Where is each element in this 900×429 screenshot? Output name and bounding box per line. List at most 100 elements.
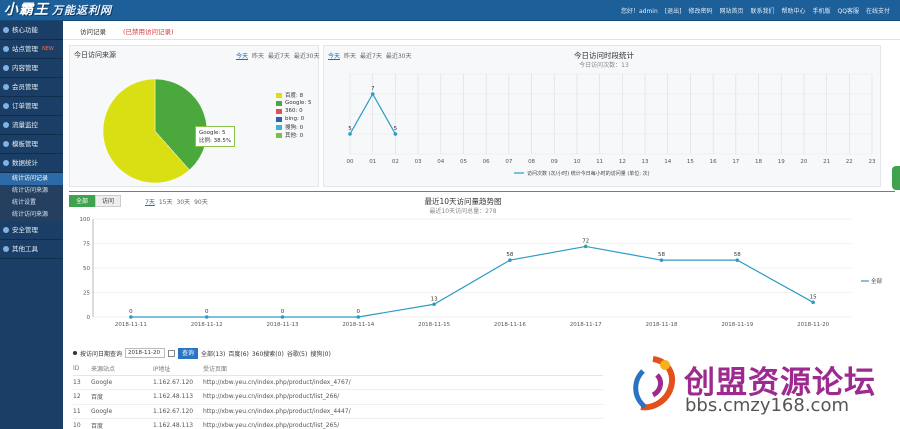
data-point[interactable]: [204, 315, 209, 319]
table-header-row: ID 来源站点 IP地址 受访页面: [73, 363, 603, 376]
data-point[interactable]: [280, 315, 285, 319]
range-link[interactable]: 30天: [176, 199, 190, 206]
new-badge: NEW: [42, 45, 54, 52]
side-panel-handle[interactable]: [892, 166, 900, 190]
col-ip: IP地址: [153, 363, 203, 376]
sidebar-item-label: 其他工具: [12, 244, 38, 253]
x-tick-label: 20: [800, 159, 807, 165]
range-link[interactable]: 7天: [145, 199, 155, 206]
sidebar-item-3[interactable]: 会员管理: [0, 78, 63, 97]
filter-link[interactable]: 全部(13): [201, 349, 225, 358]
table-row[interactable]: 13 Google 1.162.67.120 http://xbw.yeu.cn/in…: [73, 375, 603, 390]
x-tick-label: 03: [415, 159, 422, 165]
sidebar-item-tail-1[interactable]: 其他工具: [0, 240, 63, 259]
top-nav-link[interactable]: 在线支付: [866, 6, 890, 15]
tools-icon: [3, 246, 9, 252]
data-point[interactable]: [348, 132, 352, 136]
sidebar-item-6[interactable]: 模板管理: [0, 135, 63, 154]
date-filter-input[interactable]: [125, 348, 166, 358]
legend-swatch: [276, 116, 282, 122]
sidebar-item-7[interactable]: 数据统计: [0, 154, 63, 173]
hourly-panel: 今天 昨天 最近7天 最近30天 今日访问时段统计 今日访问次数：13 00 01 02 0…: [323, 45, 881, 187]
filter-link[interactable]: 谷歌(5): [287, 349, 308, 358]
x-tick-label: 2018-11-12: [191, 322, 223, 328]
filter-link[interactable]: 搜狗(0): [310, 349, 331, 358]
filter-link[interactable]: 百度(6): [228, 349, 249, 358]
data-point[interactable]: [659, 258, 664, 262]
top-nav-link[interactable]: 网站首页: [719, 6, 743, 15]
section-divider: [69, 191, 895, 192]
watermark-logo: [633, 356, 675, 411]
x-tick-label: 2018-11-14: [342, 322, 374, 328]
table-row[interactable]: 12 百度 1.162.48.113 http://xbw.yeu.cn/index.…: [73, 389, 603, 405]
segment-button[interactable]: 访问: [95, 195, 122, 207]
trend-line-chart: 0 25 50 75 100 0 2018-11-11 0 2018-11-12 0 2018-11…: [80, 217, 883, 328]
table-cell: http://xbw.yeu.cn/index.php/product/list…: [203, 389, 603, 405]
main-content: 访问记录 (已禁用访问记录) 今日访问来源 今天 昨天 最近7天 最近30天 百度: …: [63, 21, 900, 429]
tabs-bar: 访问记录 (已禁用访问记录): [63, 21, 900, 40]
stats-icon: [3, 160, 9, 166]
tab-visit-records[interactable]: 访问记录: [80, 26, 106, 36]
query-button[interactable]: 查询: [178, 347, 199, 359]
sidebar-item-0[interactable]: 核心功能: [0, 21, 63, 40]
range-link[interactable]: 15天: [159, 199, 173, 206]
filter-link[interactable]: 360搜索(0): [252, 349, 284, 358]
x-tick-label: 00: [347, 159, 354, 165]
range-link[interactable]: 90天: [194, 199, 208, 206]
sidebar-item-label: 订单管理: [12, 101, 38, 110]
sidebar-item-5[interactable]: 流量监控: [0, 116, 63, 135]
home-icon: [3, 27, 9, 33]
table-cell: 百度: [91, 389, 153, 405]
tab-disabled-records[interactable]: (已禁用访问记录): [123, 26, 174, 36]
data-label: 58: [734, 252, 741, 258]
sidebar-subitem[interactable]: 统计访问来源: [0, 209, 63, 221]
data-point[interactable]: [583, 244, 588, 249]
order-icon: [3, 103, 9, 109]
table-cell: 13: [73, 375, 91, 390]
data-point[interactable]: [735, 258, 740, 262]
top-nav-link[interactable]: 您好！admin: [621, 6, 658, 15]
data-label: 7: [371, 86, 375, 92]
sidebar-item-label: 内容管理: [12, 63, 38, 72]
x-tick-label: 23: [869, 159, 876, 165]
sidebar-item-tail-0[interactable]: 安全管理: [0, 221, 63, 240]
trend-legend-label: 全部: [871, 277, 883, 285]
top-nav-link[interactable]: 修改密码: [688, 6, 712, 15]
watermark: 创盟资源论坛 bbs.cmzy168.com: [605, 341, 895, 429]
sidebar-item-2[interactable]: 内容管理: [0, 59, 63, 78]
data-point[interactable]: [370, 92, 375, 96]
pie-legend-item: 其他: 0: [276, 131, 312, 139]
pie-panel: 今日访问来源 今天 昨天 最近7天 最近30天 百度: 8 Google: 5 360: …: [69, 45, 320, 187]
sidebar-subitem[interactable]: 统计设置: [0, 197, 63, 209]
data-label: 72: [582, 238, 589, 244]
app-logo[interactable]: 小霸王 万能返利网: [4, 1, 112, 20]
data-point[interactable]: [811, 300, 815, 305]
table-row[interactable]: 11 Google 1.162.67.120 http://xbw.yeu.cn/in…: [73, 404, 603, 419]
x-tick-label: 2018-11-19: [721, 322, 753, 328]
data-point[interactable]: [432, 302, 436, 307]
sidebar-item-1[interactable]: 站点管理 NEW: [0, 40, 63, 59]
top-nav-link[interactable]: 手机版: [813, 6, 831, 15]
hourly-legend-label: 访问次数 (次/小时) 统计今日每小时的访问量 (单位: 次): [527, 170, 650, 177]
legend-swatch: [276, 132, 282, 138]
table-cell: 12: [73, 389, 91, 405]
sidebar-item-4[interactable]: 订单管理: [0, 97, 63, 116]
top-nav-link[interactable]: QQ客服: [838, 6, 859, 15]
y-tick-label: 25: [83, 291, 90, 297]
calendar-icon[interactable]: [168, 349, 176, 357]
sidebar-subitem[interactable]: 统计访问来源: [0, 185, 63, 197]
top-nav-link[interactable]: [退出]: [665, 6, 682, 15]
top-nav-link[interactable]: 联系我们: [750, 6, 774, 15]
data-point[interactable]: [356, 315, 361, 319]
segment-button[interactable]: 全部: [69, 195, 96, 207]
pie-legend: 百度: 8 Google: 5 360: 0 bing: 0 搜狗: 0 其他: 0: [276, 91, 312, 139]
sidebar-subitem[interactable]: 统计访问记录: [0, 173, 63, 185]
data-point[interactable]: [508, 258, 512, 262]
data-point[interactable]: [129, 315, 133, 319]
table-row[interactable]: 10 百度 1.162.48.113 http://xbw.yeu.cn/index.…: [73, 418, 603, 429]
legend-label: 百度: 8: [285, 93, 304, 99]
data-point[interactable]: [393, 132, 398, 136]
y-tick-label: 0: [87, 315, 91, 321]
top-nav-link[interactable]: 帮助中心: [782, 6, 806, 15]
table-cell: 1.162.48.113: [153, 389, 203, 405]
